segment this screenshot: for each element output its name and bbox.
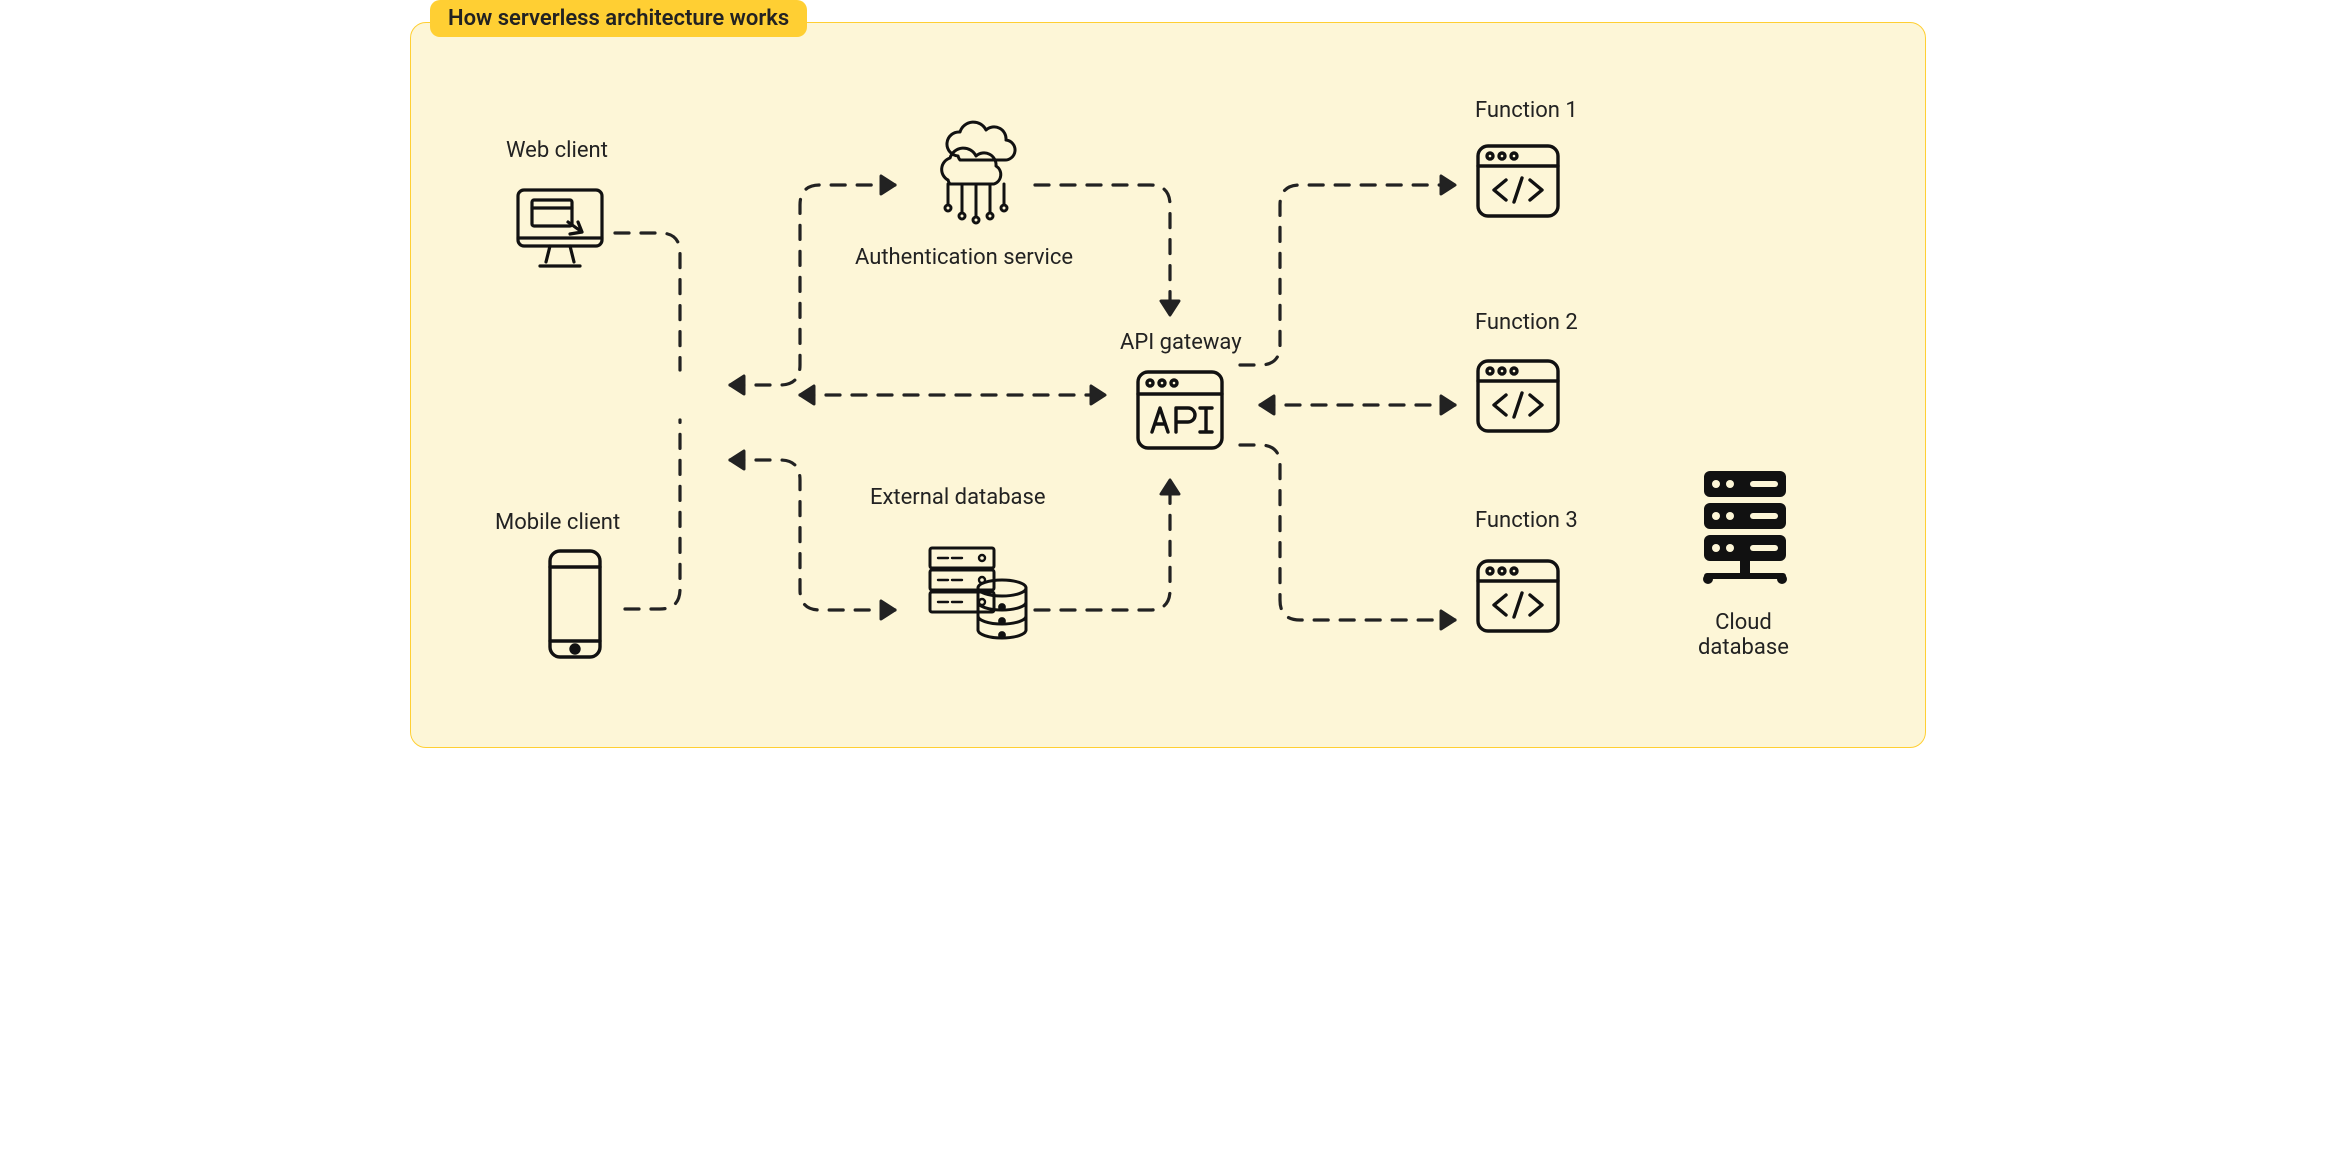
- label-cloud-db: Cloud database: [1698, 610, 1789, 660]
- label-auth-service: Authentication service: [855, 245, 1073, 270]
- label-api-gateway: API gateway: [1120, 330, 1242, 355]
- label-function1: Function 1: [1475, 98, 1578, 123]
- label-web-client: Web client: [506, 138, 608, 163]
- diagram-title: How serverless architecture works: [430, 0, 807, 37]
- cloud-computing-icon: [918, 120, 1038, 234]
- label-function3: Function 3: [1475, 508, 1578, 533]
- server-rack-database-icon: [918, 530, 1038, 654]
- desktop-icon: [510, 180, 610, 284]
- code-window-icon: [1472, 355, 1564, 443]
- label-function2: Function 2: [1475, 310, 1578, 335]
- code-window-icon: [1472, 555, 1564, 643]
- api-window-icon: [1130, 362, 1230, 466]
- server-rack-solid-icon: [1690, 465, 1800, 599]
- label-external-db: External database: [870, 485, 1046, 510]
- code-window-icon: [1472, 140, 1564, 228]
- diagram-root: How serverless architecture works: [390, 0, 1946, 768]
- label-mobile-client: Mobile client: [495, 510, 620, 535]
- smartphone-icon: [540, 545, 610, 669]
